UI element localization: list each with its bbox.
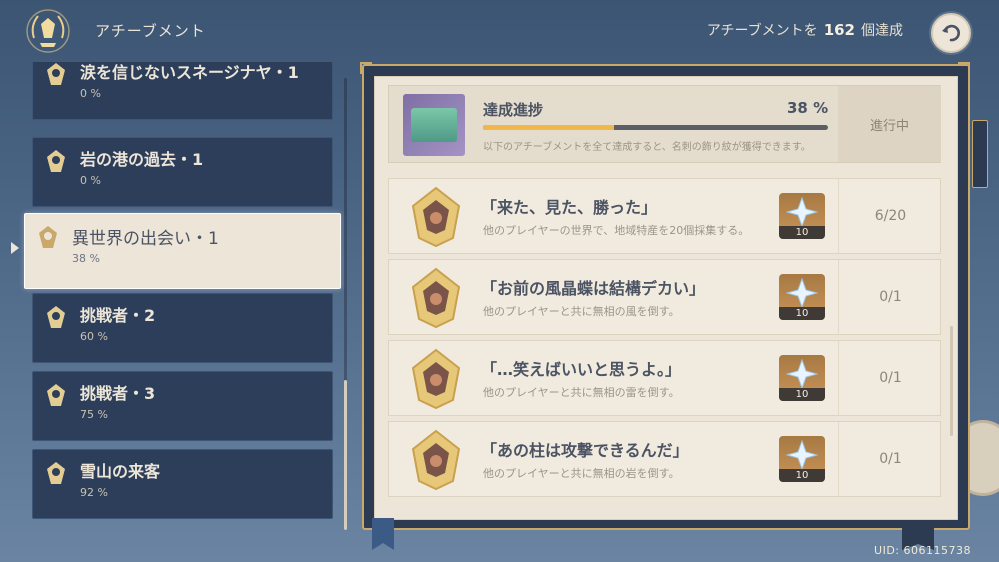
achievement-medal-icon	[411, 348, 461, 410]
category-item[interactable]: 岩の港の過去・1 0 %	[32, 137, 333, 207]
achievement-description: 他のプレイヤーと共に無相の風を倒す。	[483, 305, 680, 318]
selection-arrow-icon	[11, 242, 19, 254]
panel-corner	[360, 62, 372, 74]
achievement-status: 6/20	[838, 179, 942, 253]
category-badge-icon	[47, 384, 65, 406]
reward-count: 10	[779, 388, 825, 401]
category-percent: 60 %	[80, 330, 108, 343]
summary-prefix: アチーブメントを	[706, 23, 818, 39]
category-item[interactable]: 雪山の来客 92 %	[32, 449, 333, 519]
category-percent: 92 %	[80, 486, 108, 499]
category-percent: 0 %	[80, 174, 101, 187]
reward-item[interactable]: 10	[779, 355, 825, 401]
primogem-icon	[786, 359, 818, 389]
achievement-description: 他のプレイヤーと共に無相の岩を倒す。	[483, 467, 680, 480]
category-name: 挑戦者・2	[80, 306, 156, 325]
back-arrow-icon	[942, 24, 960, 42]
achievement-row[interactable]: 「お前の風晶蝶は結構デカい」 他のプレイヤーと共に無相の風を倒す。 10 0/1	[388, 259, 941, 335]
category-name: 異世界の出会い・1	[72, 229, 219, 249]
namecard-image	[411, 108, 457, 142]
achievement-row[interactable]: 「…笑えばいいと思うよ。」 他のプレイヤーと共に無相の雷を倒す。 10 0/1	[388, 340, 941, 416]
top-bar: アチーブメント アチーブメントを 162 個達成	[0, 0, 999, 62]
category-name: 岩の港の過去・1	[80, 150, 204, 169]
panel-corner	[958, 62, 970, 74]
achievement-emblem-icon	[26, 9, 70, 53]
reward-item[interactable]: 10	[779, 436, 825, 482]
category-list[interactable]: 涙を信じないスネージナヤ・1 0 % 岩の港の過去・1 0 % 異世界の出会い・…	[0, 62, 350, 562]
achievement-title: 「来た、見た、勝った」	[481, 198, 658, 217]
summary-suffix: 個達成	[861, 23, 903, 39]
reward-count: 10	[779, 469, 825, 482]
category-percent: 38 %	[72, 252, 100, 265]
progress-title: 達成進捗	[483, 101, 544, 119]
category-percent: 0 %	[80, 87, 101, 100]
achievement-title: 「…笑えばいいと思うよ。」	[481, 360, 682, 379]
summary-count: 162	[823, 21, 855, 39]
category-scrollbar[interactable]	[344, 78, 347, 530]
progress-bar-fill	[483, 125, 615, 130]
panel-ribbon	[372, 518, 394, 550]
reward-count: 10	[779, 307, 825, 320]
category-badge-icon	[39, 226, 57, 248]
page-title: アチーブメント	[95, 22, 206, 40]
category-badge-icon	[47, 462, 65, 484]
achievement-title: 「お前の風晶蝶は結構デカい」	[481, 279, 706, 298]
category-name: 挑戦者・3	[80, 384, 156, 403]
achievement-summary: アチーブメントを 162 個達成	[707, 20, 903, 40]
category-name: 涙を信じないスネージナヤ・1	[80, 63, 299, 82]
panel-side-tab	[972, 120, 988, 188]
category-item[interactable]: 涙を信じないスネージナヤ・1 0 %	[32, 62, 333, 120]
uid-label: UID: 606115738	[874, 544, 971, 557]
category-item[interactable]: 挑戦者・2 60 %	[32, 293, 333, 363]
achievement-status: 0/1	[838, 422, 942, 496]
category-badge-icon	[47, 150, 65, 172]
achievement-description: 他のプレイヤーと共に無相の雷を倒す。	[483, 386, 680, 399]
progress-row: 達成進捗 38 % 以下のアチーブメントを全て達成すると、名刺の飾り紋が獲得でき…	[388, 85, 941, 163]
category-item-selected[interactable]: 異世界の出会い・1 38 %	[24, 213, 341, 289]
progress-percent: 38 %	[787, 99, 829, 117]
achievement-medal-icon	[411, 429, 461, 491]
achievement-title: 「あの柱は攻撃できるんだ」	[481, 441, 689, 460]
primogem-icon	[786, 440, 818, 470]
progress-description: 以下のアチーブメントを全て達成すると、名刺の飾り紋が獲得できます。	[483, 142, 811, 153]
achievement-medal-icon	[411, 186, 461, 248]
progress-status: 進行中	[838, 86, 941, 162]
primogem-icon	[786, 197, 818, 227]
achievement-status: 0/1	[838, 341, 942, 415]
achievement-status: 0/1	[838, 260, 942, 334]
panel-scrollbar[interactable]	[950, 326, 953, 436]
category-badge-icon	[47, 63, 65, 85]
namecard-icon	[403, 94, 465, 156]
reward-count: 10	[779, 226, 825, 239]
achievement-medal-icon	[411, 267, 461, 329]
achievement-row[interactable]: 「来た、見た、勝った」 他のプレイヤーの世界で、地域特産を20個採集する。 10…	[388, 178, 941, 254]
reward-item[interactable]: 10	[779, 274, 825, 320]
scrollbar-thumb[interactable]	[344, 380, 347, 530]
reward-item[interactable]: 10	[779, 193, 825, 239]
primogem-icon	[786, 278, 818, 308]
category-percent: 75 %	[80, 408, 108, 421]
achievement-row[interactable]: 「あの柱は攻撃できるんだ」 他のプレイヤーと共に無相の岩を倒す。 10 0/1	[388, 421, 941, 497]
back-button[interactable]	[931, 13, 971, 53]
category-name: 雪山の来客	[80, 462, 161, 481]
category-item[interactable]: 挑戦者・3 75 %	[32, 371, 333, 441]
progress-bar	[483, 125, 828, 130]
achievement-description: 他のプレイヤーの世界で、地域特産を20個採集する。	[483, 224, 750, 237]
category-badge-icon	[47, 306, 65, 328]
